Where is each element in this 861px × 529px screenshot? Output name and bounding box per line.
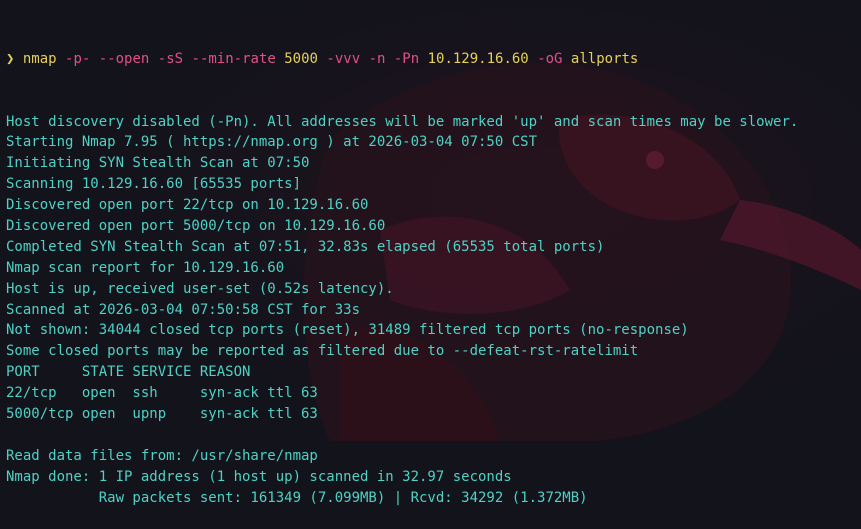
output-line: Starting Nmap 7.95 ( https://nmap.org ) … (6, 134, 538, 151)
output-line: Completed SYN Stealth Scan at 07:51, 32.… (6, 238, 605, 255)
command-flag: --open (98, 50, 150, 67)
command-line: ❯ nmap -p- --open -sS --min-rate 5000 -v… (6, 49, 798, 70)
output-line: Nmap done: 1 IP address (1 host up) scan… (6, 468, 512, 485)
command-flag: -Pn (393, 50, 420, 67)
output-line: Initiating SYN Stealth Scan at 07:50 (6, 155, 310, 172)
command-flag: -oG (537, 50, 563, 67)
command-flag: -n (368, 50, 386, 67)
command-arguments: -p- --open -sS --min-rate 5000 -vvv -n -… (65, 51, 638, 67)
terminal-output[interactable]: ❯ nmap -p- --open -sS --min-rate 5000 -v… (6, 7, 798, 529)
output-line: Some closed ports may be reported as fil… (6, 343, 639, 360)
output-line: 22/tcp open ssh syn-ack ttl 63 (6, 385, 318, 402)
command-flag: -sS (157, 50, 184, 67)
command-arg: allports (570, 50, 639, 67)
output-line: Scanned at 2026-03-04 07:50:58 CST for 3… (6, 301, 361, 318)
command-flag: -vvv (326, 50, 361, 67)
command-arg: 10.129.16.60 (427, 50, 529, 67)
output-line: Raw packets sent: 161349 (7.099MB) | Rcv… (6, 489, 588, 506)
output-line: Discovered open port 5000/tcp on 10.129.… (6, 217, 386, 234)
output-line: Read data files from: /usr/share/nmap (6, 447, 318, 464)
output-line: 5000/tcp open upnp syn-ack ttl 63 (6, 405, 318, 422)
output-line: Host is up, received user-set (0.52s lat… (6, 280, 394, 297)
command-flag: -p- (65, 50, 91, 67)
output-line: PORT STATE SERVICE REASON (6, 364, 251, 381)
output-line: Nmap scan report for 10.129.16.60 (6, 259, 285, 276)
output-line: Discovered open port 22/tcp on 10.129.16… (6, 197, 369, 214)
output-line: Scanning 10.129.16.60 [65535 ports] (6, 176, 302, 193)
output-block: Host discovery disabled (-Pn). All addre… (6, 112, 798, 509)
output-line: Host discovery disabled (-Pn). All addre… (6, 113, 799, 130)
command-flag: --min-rate (191, 50, 276, 67)
output-line: Not shown: 34044 closed tcp ports (reset… (6, 322, 689, 339)
command-arg: 5000 (284, 50, 318, 67)
command-name: nmap (22, 50, 57, 67)
